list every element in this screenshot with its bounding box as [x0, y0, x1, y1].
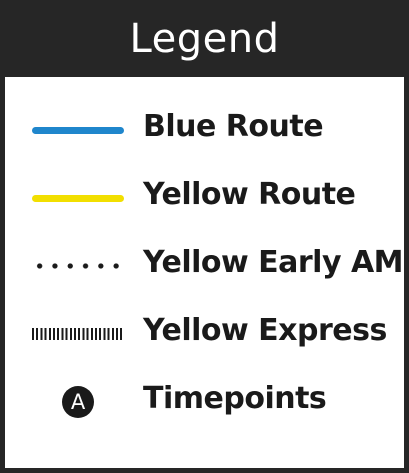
legend-item-yellow-express: Yellow Express [5, 311, 404, 361]
dashed-line-icon [32, 311, 124, 361]
legend-label-blue-route: Blue Route [143, 109, 324, 144]
legend-label-yellow-early-am: Yellow Early AM [143, 245, 404, 280]
legend-label-yellow-route: Yellow Route [143, 177, 356, 212]
timepoint-marker: A [62, 386, 94, 418]
legend-item-blue-route: Blue Route [5, 107, 404, 157]
legend-item-yellow-early-am: Yellow Early AM [5, 243, 404, 293]
legend-label-yellow-express: Yellow Express [143, 313, 387, 348]
legend-label-timepoints: Timepoints [143, 381, 327, 416]
yellow-route-line [32, 195, 124, 202]
legend-item-yellow-route: Yellow Route [5, 175, 404, 225]
yellow-route-line-icon [32, 175, 124, 225]
blue-route-line-icon [32, 107, 124, 157]
dotted-line [32, 263, 124, 269]
dotted-line-icon [32, 243, 124, 293]
legend-title: Legend [0, 0, 409, 77]
legend-item-timepoints: A Timepoints [5, 379, 404, 429]
map-legend: Legend Blue Route Yellow Route Yellow Ea… [0, 0, 409, 473]
timepoint-icon: A [32, 379, 124, 429]
dashed-line [32, 328, 124, 340]
blue-route-line [32, 127, 124, 134]
